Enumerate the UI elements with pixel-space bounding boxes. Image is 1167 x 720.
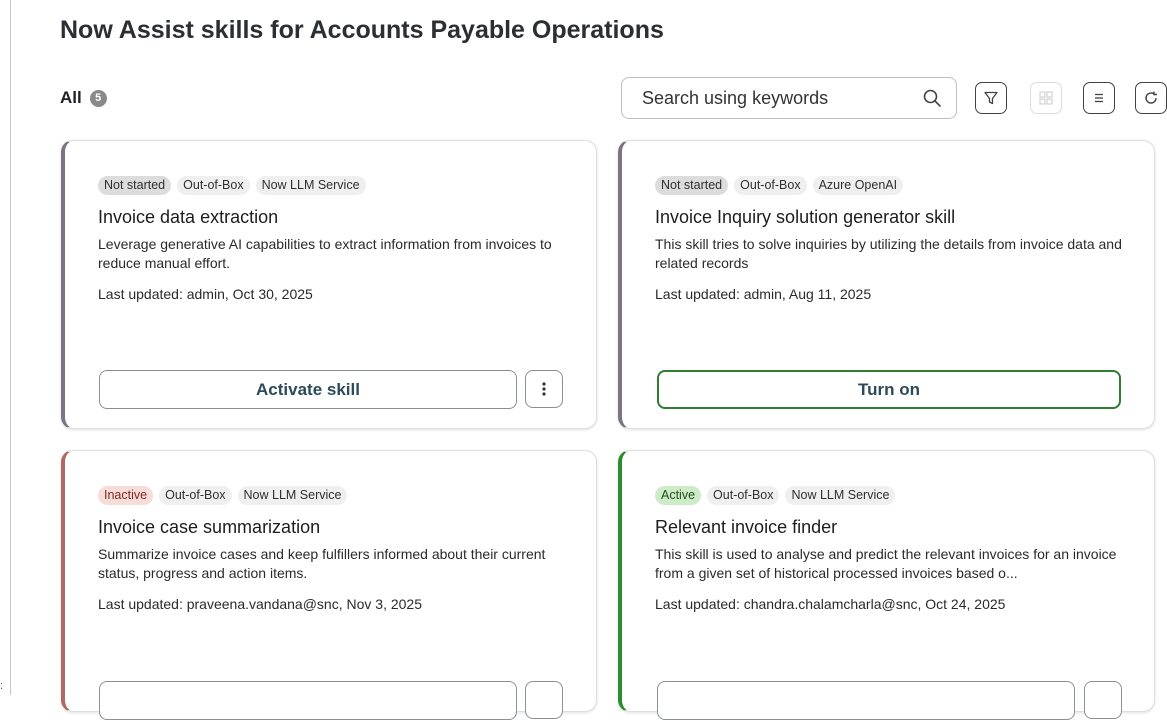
card-description: This skill tries to solve inquiries by u…	[655, 236, 1122, 271]
more-options-button[interactable]	[525, 370, 563, 408]
skill-card[interactable]: Not started Out-of-Box Azure OpenAI Invo…	[618, 140, 1155, 429]
skill-card[interactable]: Inactive Out-of-Box Now LLM Service Invo…	[61, 450, 597, 720]
refresh-button[interactable]	[1135, 82, 1167, 114]
card-title: Invoice data extraction	[98, 207, 279, 227]
grid-view-icon	[1039, 91, 1053, 105]
all-label: All	[60, 88, 82, 107]
card-title: Relevant invoice finder	[655, 517, 838, 537]
more-options-button[interactable]	[1084, 681, 1122, 719]
last-updated: Last updated: praveena.vandana@snc, Nov …	[98, 596, 422, 612]
card-title: Invoice Inquiry solution generator skill	[655, 207, 956, 227]
tag: Azure OpenAI	[812, 176, 904, 195]
card-action-button[interactable]	[657, 681, 1075, 720]
left-divider	[10, 0, 11, 695]
tag: Out-of-Box	[177, 176, 250, 195]
tag: Now LLM Service	[237, 486, 348, 505]
last-updated: Last updated: admin, Aug 11, 2025	[655, 286, 872, 302]
card-action-button[interactable]	[99, 681, 517, 720]
tag: Out-of-Box	[734, 176, 807, 195]
card-title: Invoice case summarization	[98, 517, 321, 537]
tag-row: Active Out-of-Box Now LLM Service	[655, 486, 896, 505]
search-box[interactable]	[621, 77, 957, 119]
edge-glyph: :	[0, 680, 4, 692]
list-view-button[interactable]	[1083, 82, 1115, 114]
search-input[interactable]	[642, 87, 922, 109]
more-vertical-icon	[542, 381, 546, 397]
skill-card[interactable]: Active Out-of-Box Now LLM Service Releva…	[618, 450, 1155, 720]
filter-button[interactable]	[975, 82, 1007, 114]
all-filter[interactable]: All 5	[60, 88, 107, 108]
card-description: Summarize invoice cases and keep fulfill…	[98, 546, 546, 581]
card-description: This skill is used to analyse and predic…	[655, 546, 1117, 581]
filter-icon	[983, 90, 999, 106]
refresh-icon	[1143, 90, 1159, 106]
skill-card[interactable]: Not started Out-of-Box Now LLM Service I…	[61, 140, 597, 429]
page-title: Now Assist skills for Accounts Payable O…	[60, 16, 664, 44]
tag: Out-of-Box	[159, 486, 232, 505]
count-badge: 5	[89, 89, 107, 107]
more-options-button[interactable]	[525, 681, 563, 719]
tag: Out-of-Box	[707, 486, 780, 505]
last-updated: Last updated: chandra.chalamcharla@snc, …	[655, 596, 1006, 612]
status-badge: Not started	[98, 176, 172, 195]
activate-skill-button[interactable]: Activate skill	[99, 370, 517, 409]
tag-row: Inactive Out-of-Box Now LLM Service	[98, 486, 348, 505]
last-updated: Last updated: admin, Oct 30, 2025	[98, 286, 313, 302]
status-badge: Inactive	[98, 486, 154, 505]
tag-row: Not started Out-of-Box Now LLM Service	[98, 176, 366, 195]
turn-on-button[interactable]: Turn on	[657, 370, 1121, 409]
status-badge: Active	[655, 486, 702, 505]
tag-row: Not started Out-of-Box Azure OpenAI	[655, 176, 904, 195]
tag: Now LLM Service	[255, 176, 366, 195]
status-badge: Not started	[655, 176, 729, 195]
grid-view-button[interactable]	[1030, 82, 1062, 114]
list-view-icon	[1092, 91, 1106, 105]
search-icon[interactable]	[922, 88, 942, 108]
tag: Now LLM Service	[785, 486, 896, 505]
card-description: Leverage generative AI capabilities to e…	[98, 236, 552, 271]
